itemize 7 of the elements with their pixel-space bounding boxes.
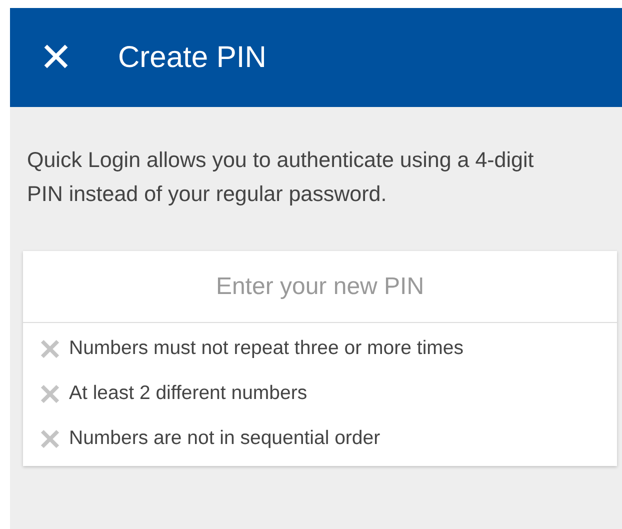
- close-button[interactable]: ✕: [34, 38, 78, 78]
- rule-text: Numbers must not repeat three or more times: [69, 337, 464, 360]
- rule-text: Numbers are not in sequential order: [69, 427, 380, 450]
- rule-text: At least 2 different numbers: [69, 382, 308, 405]
- screen-title: Create PIN: [118, 40, 266, 74]
- description-text: Quick Login allows you to authenticate using a 4-digit PIN instead of your regular password.: [27, 147, 535, 208]
- pin-input-field[interactable]: Enter your new PIN: [23, 251, 617, 323]
